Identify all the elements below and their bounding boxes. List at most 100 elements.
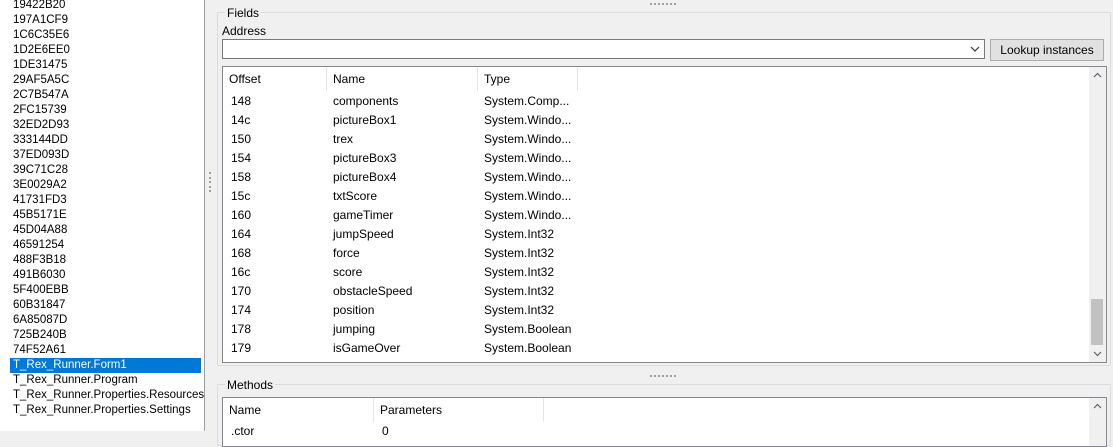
list-item[interactable]: 1D2E6EE0 xyxy=(10,43,73,58)
list-item[interactable]: T_Rex_Runner.Properties.Resources xyxy=(10,388,204,403)
list-item[interactable]: 19422B20 xyxy=(10,0,68,13)
type-list[interactable]: 19422B20 197A1CF9 1C6C35E6 1D2E6EE0 1DE31475… xyxy=(0,0,205,431)
vertical-splitter[interactable] xyxy=(209,172,213,192)
offset-cell: 150 xyxy=(231,132,252,146)
table-row[interactable]: 154 pictureBox3 System.Windo... xyxy=(223,149,1083,168)
name-cell: score xyxy=(333,265,363,279)
methods-scrollbar[interactable] xyxy=(1089,398,1106,446)
list-item[interactable]: 32ED2D93 xyxy=(10,118,72,133)
name-cell: gameTimer xyxy=(333,208,394,222)
offset-cell: 174 xyxy=(231,303,252,317)
type-cell: System.Windo... xyxy=(484,132,572,146)
column-header-parameters[interactable]: Parameters xyxy=(374,398,544,422)
table-row[interactable]: 15c txtScore System.Windo... xyxy=(223,187,1083,206)
scroll-up-icon[interactable] xyxy=(1089,67,1106,84)
table-row[interactable]: 158 pictureBox4 System.Windo... xyxy=(223,168,1083,187)
table-row[interactable]: 150 trex System.Windo... xyxy=(223,130,1083,149)
list-item[interactable]: 5F400EBB xyxy=(10,283,72,298)
offset-cell: 164 xyxy=(231,227,252,241)
list-item[interactable]: 46591254 xyxy=(10,238,67,253)
list-item[interactable]: 41731FD3 xyxy=(10,193,70,208)
method-name-cell: .ctor xyxy=(231,424,255,438)
list-item[interactable]: T_Rex_Runner.Form1 xyxy=(10,358,201,373)
fields-title: Fields xyxy=(225,6,262,20)
name-cell: pictureBox3 xyxy=(333,151,397,165)
name-cell: pictureBox4 xyxy=(333,170,397,184)
type-cell: System.Int32 xyxy=(484,227,555,241)
fields-scrollbar[interactable] xyxy=(1089,67,1106,362)
type-cell: System.Windo... xyxy=(484,151,572,165)
type-cell: System.Comp... xyxy=(484,94,570,108)
offset-cell: 178 xyxy=(231,322,252,336)
list-item[interactable]: 3E0029A2 xyxy=(10,178,70,193)
list-item[interactable]: 488F3B18 xyxy=(10,253,69,268)
column-header-name[interactable]: Name xyxy=(327,67,478,91)
name-cell: components xyxy=(333,94,399,108)
column-header-type[interactable]: Type xyxy=(478,67,578,91)
type-cell: System.Boolean xyxy=(484,341,572,355)
table-row[interactable]: 168 force System.Int32 xyxy=(223,244,1083,263)
scroll-down-icon[interactable] xyxy=(1089,345,1106,362)
chevron-down-icon[interactable] xyxy=(969,43,981,55)
name-cell: obstacleSpeed xyxy=(333,284,413,298)
list-item[interactable]: 39C71C28 xyxy=(10,163,71,178)
list-item[interactable]: 333144DD xyxy=(10,133,71,148)
offset-cell: 154 xyxy=(231,151,252,165)
list-item[interactable]: 37ED093D xyxy=(10,148,72,163)
list-item[interactable]: 6A85087D xyxy=(10,313,70,328)
list-item[interactable]: 60B31847 xyxy=(10,298,68,313)
fields-listview[interactable]: Offset Name Type 148 components System.Com… xyxy=(222,66,1107,363)
list-item[interactable]: T_Rex_Runner.Program xyxy=(10,373,141,388)
type-cell: System.Boolean xyxy=(484,322,572,336)
table-row[interactable]: 164 jumpSpeed System.Int32 xyxy=(223,225,1083,244)
list-item[interactable]: 74F52A61 xyxy=(10,343,69,358)
table-row[interactable]: 160 gameTimer System.Windo... xyxy=(223,206,1083,225)
table-row[interactable]: 16c score System.Int32 xyxy=(223,263,1083,282)
offset-cell: 168 xyxy=(231,246,252,260)
lookup-instances-button[interactable]: Lookup instances xyxy=(990,39,1104,61)
type-cell: System.Int32 xyxy=(484,284,555,298)
methods-title: Methods xyxy=(225,378,276,392)
table-row[interactable]: 178 jumping System.Boolean xyxy=(223,320,1083,339)
list-item[interactable]: 29AF5A5C xyxy=(10,73,72,88)
middle-splitter[interactable] xyxy=(650,375,676,377)
list-item[interactable]: 1DE31475 xyxy=(10,58,70,73)
top-splitter[interactable] xyxy=(650,3,676,5)
table-row[interactable]: 179 isGameOver System.Boolean xyxy=(223,339,1083,358)
column-header-method-name[interactable]: Name xyxy=(223,398,374,422)
list-item[interactable]: T_Rex_Runner.Properties.Settings xyxy=(10,403,194,418)
table-row[interactable]: .ctor 0 xyxy=(223,422,1083,441)
type-cell: System.Int32 xyxy=(484,303,555,317)
type-cell: System.Int32 xyxy=(484,246,555,260)
list-item[interactable]: 45B5171E xyxy=(10,208,70,223)
name-cell: isGameOver xyxy=(333,341,401,355)
address-combobox[interactable] xyxy=(222,39,985,59)
scroll-up-icon[interactable] xyxy=(1089,398,1106,415)
type-cell: System.Int32 xyxy=(484,265,555,279)
name-cell: position xyxy=(333,303,375,317)
methods-listview[interactable]: Name Parameters .ctor 0 xyxy=(222,397,1107,447)
list-item[interactable]: 725B240B xyxy=(10,328,70,343)
column-header-offset[interactable]: Offset xyxy=(223,67,327,91)
table-row[interactable]: 174 position System.Int32 xyxy=(223,301,1083,320)
parameters-cell: 0 xyxy=(382,424,389,438)
list-item[interactable]: 2FC15739 xyxy=(10,103,70,118)
type-cell: System.Windo... xyxy=(484,208,572,222)
address-label: Address xyxy=(222,24,267,38)
scroll-thumb[interactable] xyxy=(1091,299,1103,345)
offset-cell: 148 xyxy=(231,94,252,108)
table-row[interactable]: 170 obstacleSpeed System.Int32 xyxy=(223,282,1083,301)
name-cell: trex xyxy=(333,132,354,146)
offset-cell: 16c xyxy=(231,265,251,279)
table-row[interactable]: 14c pictureBox1 System.Windo... xyxy=(223,111,1083,130)
list-item[interactable]: 491B6030 xyxy=(10,268,68,283)
table-row[interactable]: 148 components System.Comp... xyxy=(223,92,1083,111)
type-cell: System.Windo... xyxy=(484,189,572,203)
type-cell: System.Windo... xyxy=(484,113,572,127)
list-item[interactable]: 1C6C35E6 xyxy=(10,28,72,43)
list-item[interactable]: 2C7B547A xyxy=(10,88,72,103)
list-item[interactable]: 197A1CF9 xyxy=(10,13,71,28)
offset-cell: 158 xyxy=(231,170,252,184)
name-cell: txtScore xyxy=(333,189,378,203)
list-item[interactable]: 45D04A88 xyxy=(10,223,70,238)
